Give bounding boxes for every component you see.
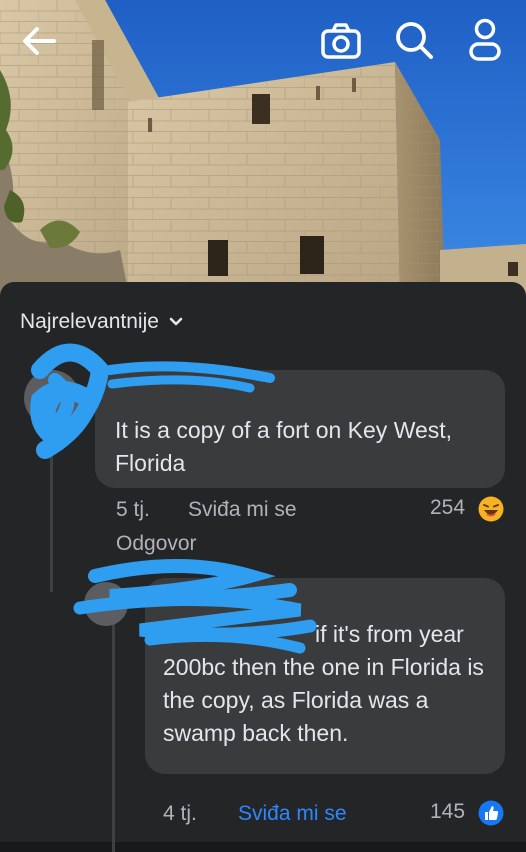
chevron-down-icon: [169, 317, 183, 326]
like-icon: [478, 800, 504, 826]
camera-button[interactable]: [320, 22, 362, 60]
camera-icon: [321, 23, 361, 59]
back-button[interactable]: [20, 22, 58, 60]
sort-label: Najrelevantnije: [20, 310, 159, 333]
comment-time: 4 tj.: [163, 802, 197, 825]
comments-sheet: Najrelevantnije It is a copy of a fort o…: [0, 282, 526, 852]
reaction-count: 145: [430, 800, 466, 823]
search-icon: [396, 22, 433, 59]
arrow-left-icon: [23, 27, 56, 55]
redaction-scribble: [30, 343, 317, 654]
post-photo[interactable]: [0, 0, 526, 300]
sort-dropdown[interactable]: Najrelevantnije: [20, 310, 183, 334]
person-icon: [469, 18, 501, 61]
profile-button[interactable]: [468, 18, 502, 62]
search-button[interactable]: [394, 20, 434, 60]
like-button[interactable]: Sviđa mi se: [238, 802, 347, 826]
